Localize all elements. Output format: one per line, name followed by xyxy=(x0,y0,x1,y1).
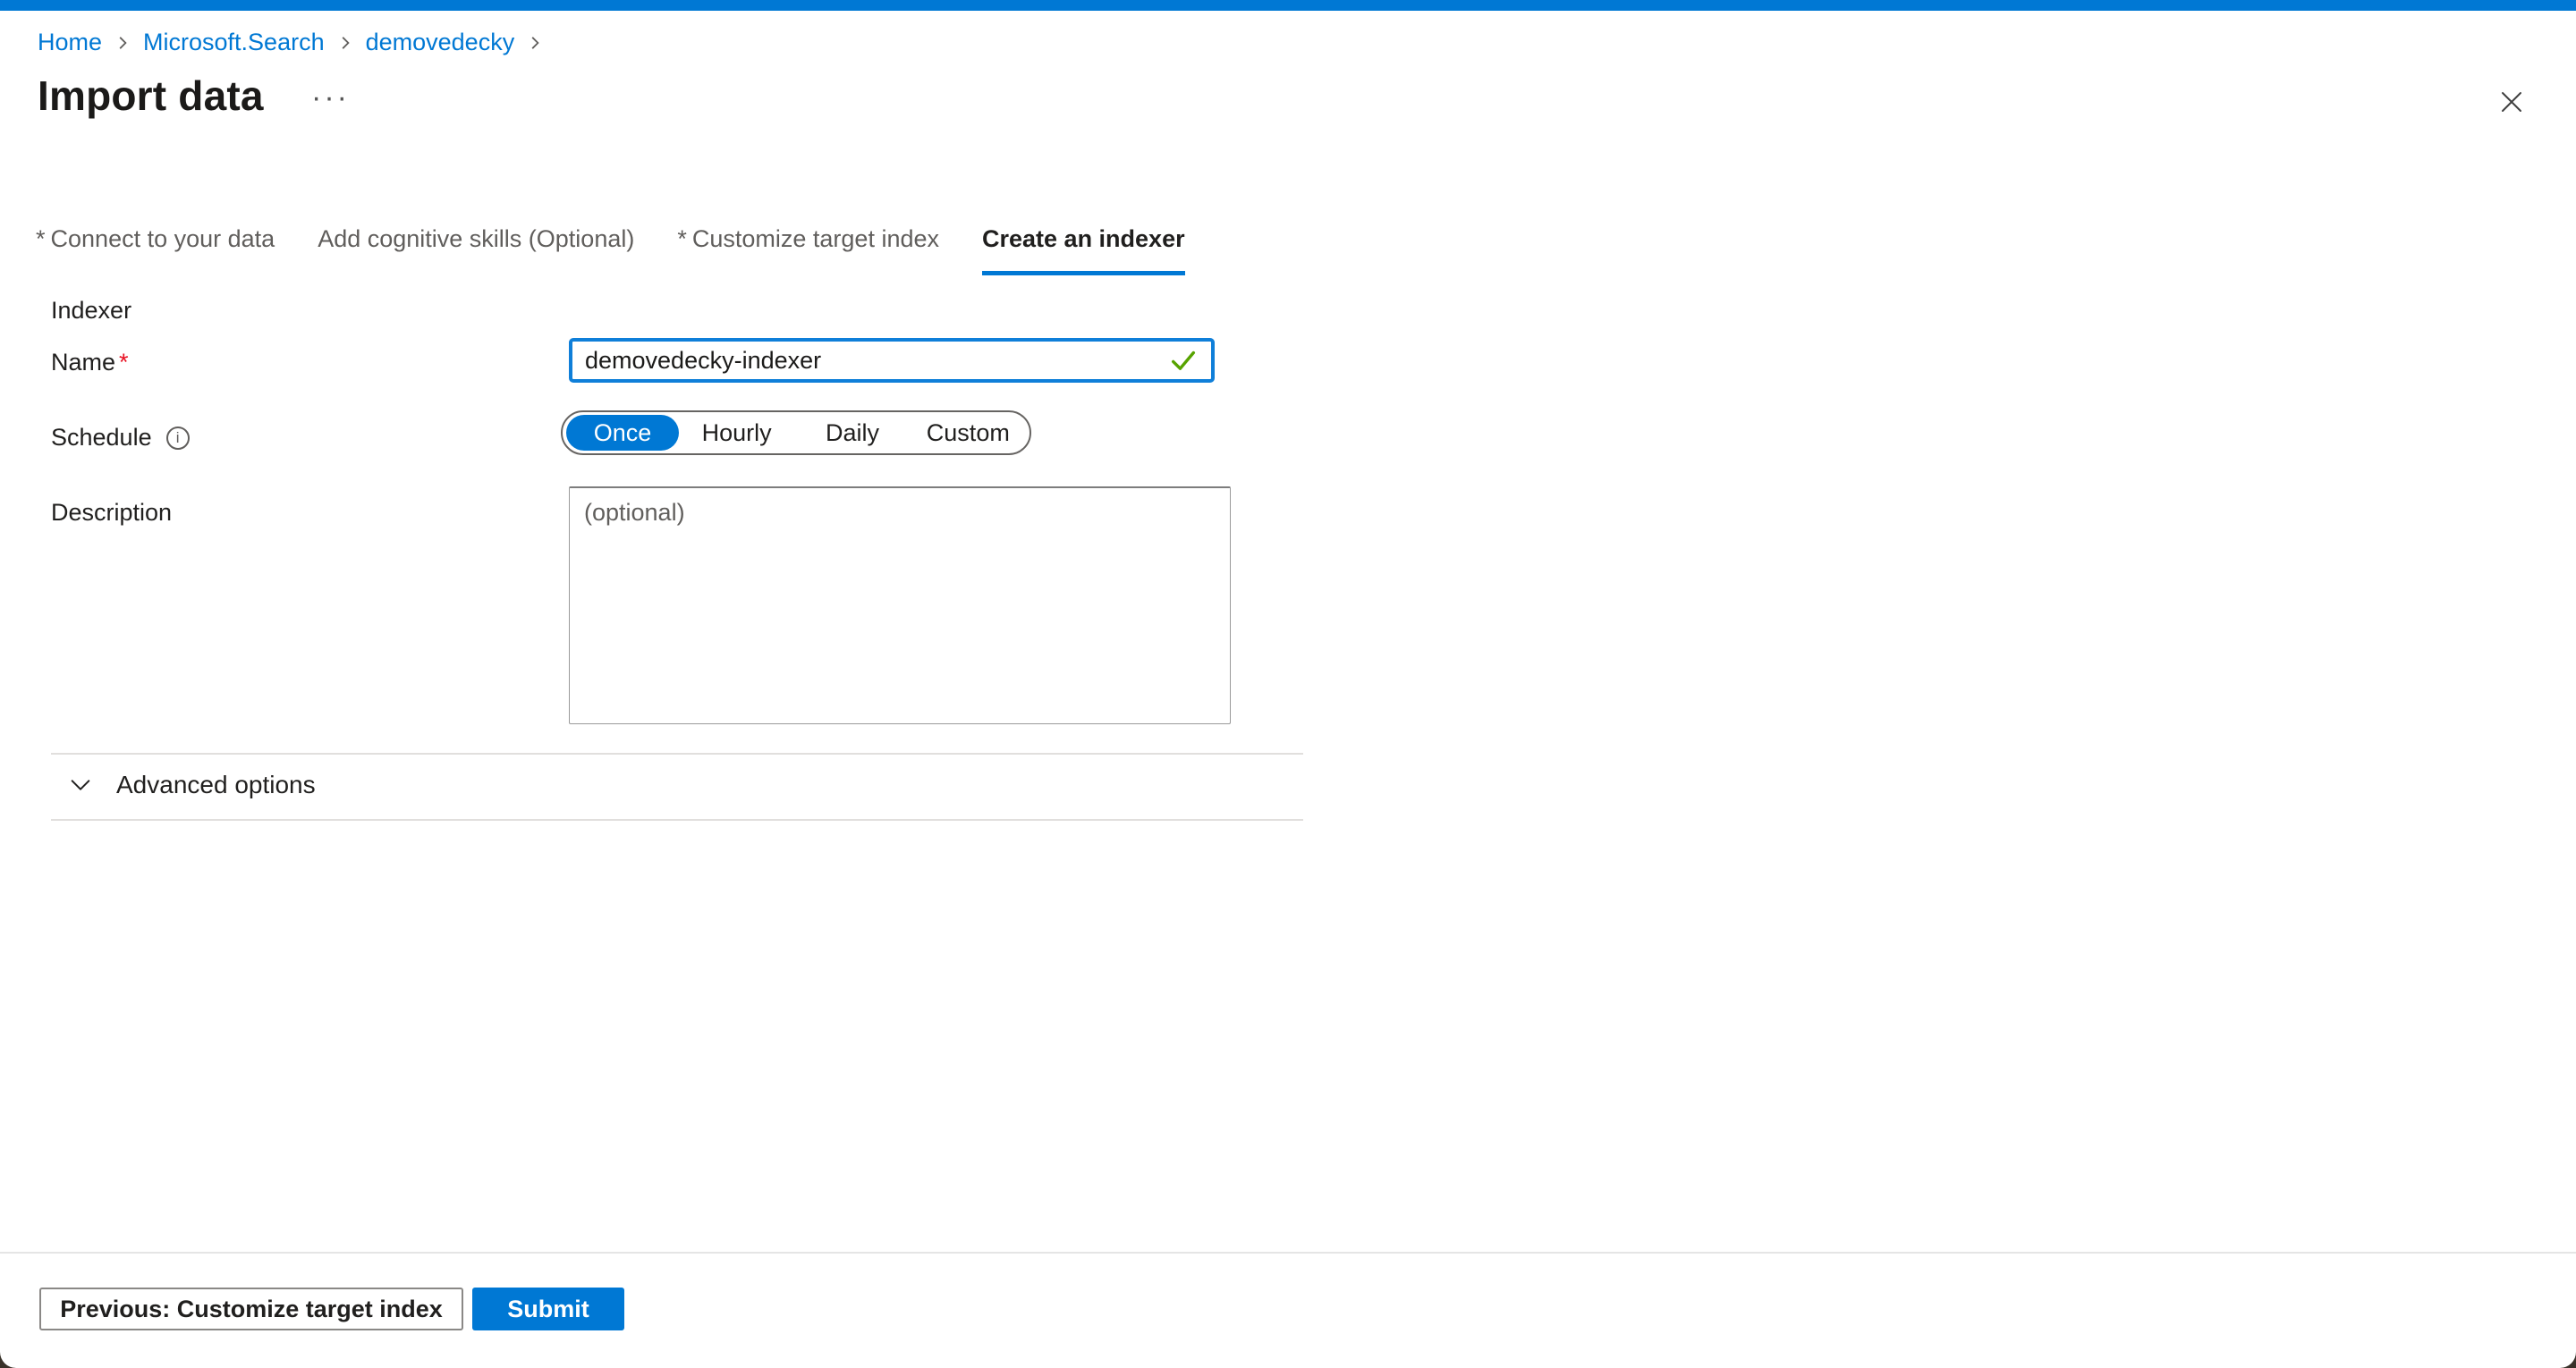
tab-label: Customize target index xyxy=(692,225,939,252)
indexer-section-title: Indexer xyxy=(51,297,131,325)
tab-create-an-indexer[interactable]: Create an indexer xyxy=(982,225,1185,275)
divider xyxy=(51,819,1303,821)
footer-divider xyxy=(0,1252,2576,1254)
page-title: Import data xyxy=(38,72,264,120)
tab-add-cognitive-skills[interactable]: Add cognitive skills (Optional) xyxy=(318,225,634,275)
tab-customize-target-index[interactable]: *Customize target index xyxy=(677,225,939,275)
tab-connect-to-your-data[interactable]: *Connect to your data xyxy=(36,225,275,275)
schedule-option-custom[interactable]: Custom xyxy=(911,414,1026,452)
schedule-option-daily[interactable]: Daily xyxy=(794,414,910,452)
required-asterisk: * xyxy=(119,349,129,376)
breadcrumb-microsoft-search[interactable]: Microsoft.Search xyxy=(143,29,325,56)
schedule-option-once[interactable]: Once xyxy=(566,415,679,451)
required-marker: * xyxy=(677,225,687,252)
info-icon[interactable]: i xyxy=(166,426,190,450)
tab-label: Connect to your data xyxy=(51,225,275,252)
advanced-options-label: Advanced options xyxy=(116,771,316,799)
valid-check-icon xyxy=(1168,345,1199,376)
wizard-tabs: *Connect to your data Add cognitive skil… xyxy=(36,225,1185,275)
chevron-right-icon xyxy=(527,35,543,51)
schedule-option-hourly[interactable]: Hourly xyxy=(679,414,794,452)
schedule-label: Schedule i xyxy=(51,424,190,452)
description-label: Description xyxy=(51,499,172,527)
more-actions-icon[interactable]: ··· xyxy=(311,82,350,113)
advanced-options-toggle[interactable]: Advanced options xyxy=(68,771,316,799)
schedule-toggle-group: Once Hourly Daily Custom xyxy=(561,410,1031,455)
chevron-right-icon xyxy=(337,35,353,51)
indexer-name-input[interactable] xyxy=(572,342,1168,379)
tab-label: Create an indexer xyxy=(982,225,1185,252)
divider xyxy=(51,753,1303,755)
name-input-container xyxy=(569,338,1215,383)
breadcrumb: Home Microsoft.Search demovedecky xyxy=(38,29,543,56)
breadcrumb-demovedecky[interactable]: demovedecky xyxy=(366,29,515,56)
breadcrumb-home[interactable]: Home xyxy=(38,29,102,56)
close-icon[interactable] xyxy=(2494,84,2529,120)
description-textarea[interactable] xyxy=(569,486,1231,724)
name-label: Name* xyxy=(51,349,129,376)
previous-step-button[interactable]: Previous: Customize target index xyxy=(39,1288,463,1330)
submit-button[interactable]: Submit xyxy=(472,1288,624,1330)
top-accent-bar xyxy=(0,0,2576,11)
chevron-down-icon xyxy=(68,773,93,798)
chevron-right-icon xyxy=(114,35,131,51)
import-data-panel: Home Microsoft.Search demovedecky Import… xyxy=(0,0,2576,1368)
required-marker: * xyxy=(36,225,46,252)
tab-label: Add cognitive skills (Optional) xyxy=(318,225,634,252)
